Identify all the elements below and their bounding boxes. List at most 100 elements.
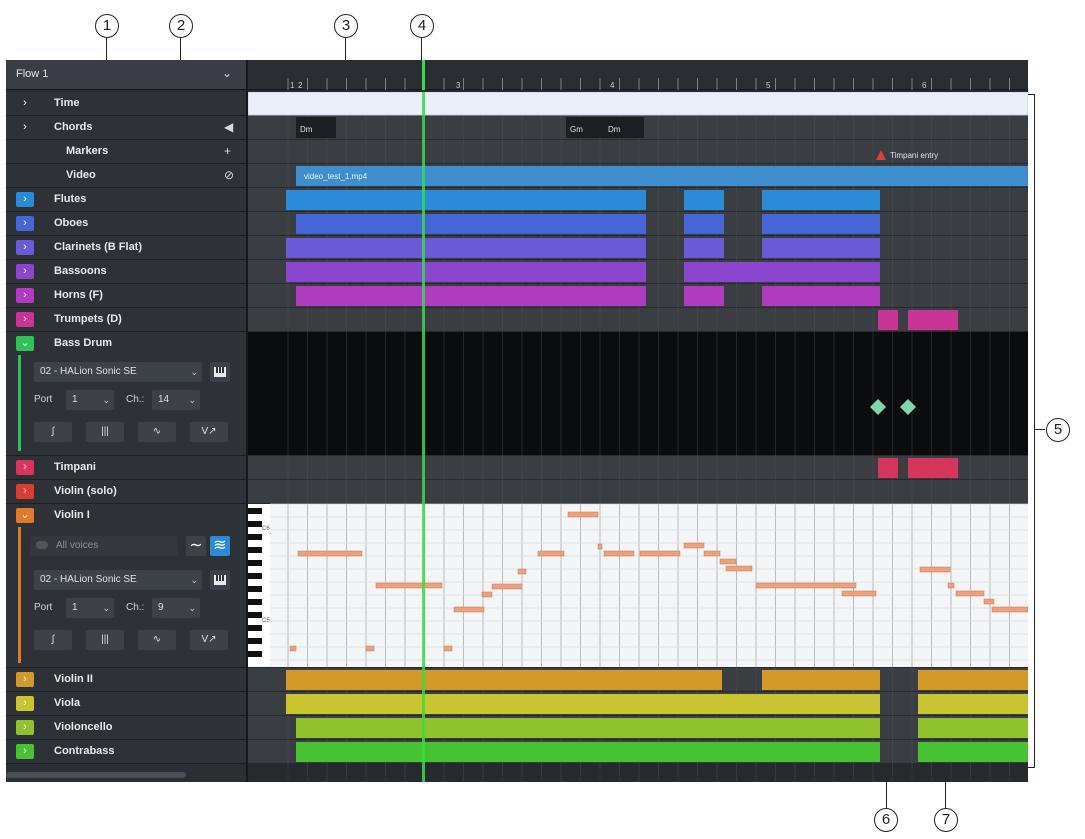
region-block [878, 458, 898, 478]
track-row-bassoons[interactable]: › Bassoons [6, 260, 246, 284]
tremolo-button[interactable]: ∿ [138, 630, 176, 650]
piano-black-key [248, 573, 262, 579]
collapse-icon[interactable]: ◀ [224, 120, 233, 134]
velocity-button[interactable]: ||| [86, 422, 124, 442]
piano-black-key [248, 612, 262, 618]
port-label: Port [34, 602, 53, 613]
expand-toggle-icon[interactable]: › [16, 484, 34, 499]
track-row-bass-drum[interactable]: ⌄ Bass Drum 02 - HALion Sonic SE ⌄ Port 1 ⌄ Ch.… [6, 332, 246, 456]
port-select[interactable]: 1 ⌄ [66, 598, 114, 618]
midi-note [603, 550, 635, 557]
midi-note [297, 550, 363, 557]
ruler-bar-label: 3 [456, 81, 461, 90]
expand-toggle-icon[interactable]: › [16, 264, 34, 279]
track-row-markers[interactable]: Markers + [6, 140, 246, 164]
lane-bg [248, 504, 1028, 667]
expand-toggle-icon[interactable]: › [16, 312, 34, 327]
piano-black-key [248, 651, 262, 657]
track-row-oboes[interactable]: › Oboes [6, 212, 246, 236]
track-row-flutes[interactable]: › Flutes [6, 188, 246, 212]
expand-toggle-icon[interactable]: › [16, 240, 34, 255]
waveform-icon[interactable]: ∼ [186, 536, 206, 556]
flow-selector[interactable]: Flow 1 ⌄ [6, 60, 246, 90]
horizontal-scrollbar[interactable] [6, 772, 186, 778]
dynamics-button[interactable]: ∫ [34, 630, 72, 650]
midi-note [639, 550, 681, 557]
track-row-violin-i[interactable]: ⌄ Violin I All voices ∼ ≋ 02 - HALion Sonic S… [6, 504, 246, 668]
dynamics-button[interactable]: ∫ [34, 422, 72, 442]
voices-select[interactable]: All voices [30, 536, 178, 556]
midi-note [567, 511, 599, 518]
track-row-viola[interactable]: › Viola [6, 692, 246, 716]
tremolo-button[interactable]: ∿ [138, 422, 176, 442]
keyboard-icon[interactable] [210, 362, 230, 382]
callout-5: 5 [1046, 418, 1070, 442]
ruler-bar-label: 4 [610, 81, 615, 90]
voice-toggle-icon[interactable] [36, 541, 48, 550]
midi-note [537, 550, 565, 557]
track-row-timpani[interactable]: › Timpani [6, 456, 246, 480]
midi-note [375, 582, 443, 589]
region-block [684, 214, 724, 234]
expand-toggle-icon[interactable]: › [16, 696, 34, 711]
video-off-icon[interactable]: ⊘ [224, 168, 234, 182]
bracket-5-line [1034, 94, 1036, 768]
instrument-select[interactable]: 02 - HALion Sonic SE ⌄ [34, 570, 202, 590]
expand-toggle-icon[interactable]: › [16, 460, 34, 475]
expand-toggle-icon[interactable]: › [16, 672, 34, 687]
channel-select[interactable]: 9 ⌄ [152, 598, 200, 618]
expand-toggle-icon[interactable]: ⌄ [16, 336, 34, 351]
track-row-video[interactable]: Video ⊘ [6, 164, 246, 188]
velocity-button[interactable]: ||| [86, 630, 124, 650]
track-row-violoncello[interactable]: › Violoncello [6, 716, 246, 740]
multi-wave-icon[interactable]: ≋ [210, 536, 230, 556]
piano-black-key [248, 508, 262, 514]
track-row-violin-ii[interactable]: › Violin II [6, 668, 246, 692]
track-name: Flutes [54, 193, 87, 205]
region-block [296, 742, 880, 762]
callout-2: 2 [169, 14, 193, 38]
region-block [908, 458, 958, 478]
midi-note [453, 606, 485, 613]
track-row-clarinets-b-flat-[interactable]: › Clarinets (B Flat) [6, 236, 246, 260]
midi-note [443, 645, 453, 652]
midi-note [725, 565, 753, 572]
expand-toggle-icon[interactable]: › [16, 96, 34, 111]
expand-toggle-icon[interactable]: › [16, 216, 34, 231]
track-row-chords[interactable]: › Chords ◀ [6, 116, 246, 140]
voices-label: All voices [56, 540, 99, 551]
channel-label: Ch.: [126, 394, 145, 405]
expand-toggle-icon[interactable]: › [16, 288, 34, 303]
piano-black-key [248, 625, 262, 631]
midi-note [491, 583, 523, 590]
expand-toggle-icon[interactable]: › [16, 744, 34, 759]
instrument-select[interactable]: 02 - HALion Sonic SE ⌄ [34, 362, 202, 382]
track-name: Horns (F) [54, 289, 103, 301]
track-row-violin-solo-[interactable]: › Violin (solo) [6, 480, 246, 504]
expand-toggle-icon[interactable]: ⌄ [16, 508, 34, 523]
region-block [296, 718, 880, 738]
port-select[interactable]: 1 ⌄ [66, 390, 114, 410]
region-block [762, 190, 880, 210]
midi-note [991, 606, 1028, 613]
ruler-bar-label: 6 [922, 81, 927, 90]
track-row-horns-f-[interactable]: › Horns (F) [6, 284, 246, 308]
track-name: Video [66, 169, 96, 181]
expand-toggle-icon[interactable]: › [16, 720, 34, 735]
track-name: Timpani [54, 461, 96, 473]
track-row-trumpets-d-[interactable]: › Trumpets (D) [6, 308, 246, 332]
keyboard-icon[interactable] [210, 570, 230, 590]
edit-button[interactable]: V↗ [190, 630, 228, 650]
track-row-time[interactable]: › Time [6, 92, 246, 116]
edit-button[interactable]: V↗ [190, 422, 228, 442]
add-marker-icon[interactable]: + [224, 144, 231, 158]
callout-7: 7 [934, 808, 958, 832]
expand-toggle-icon[interactable]: › [16, 192, 34, 207]
track-row-contrabass[interactable]: › Contrabass [6, 740, 246, 764]
channel-select[interactable]: 14 ⌄ [152, 390, 200, 410]
track-name: Trumpets (D) [54, 313, 122, 325]
piano-octave-label: C6 [262, 526, 270, 532]
expand-toggle-icon[interactable]: › [16, 120, 34, 135]
timeline-ruler[interactable]: 12 3 4 5 6 [248, 60, 1028, 90]
piano-black-key [248, 560, 262, 566]
